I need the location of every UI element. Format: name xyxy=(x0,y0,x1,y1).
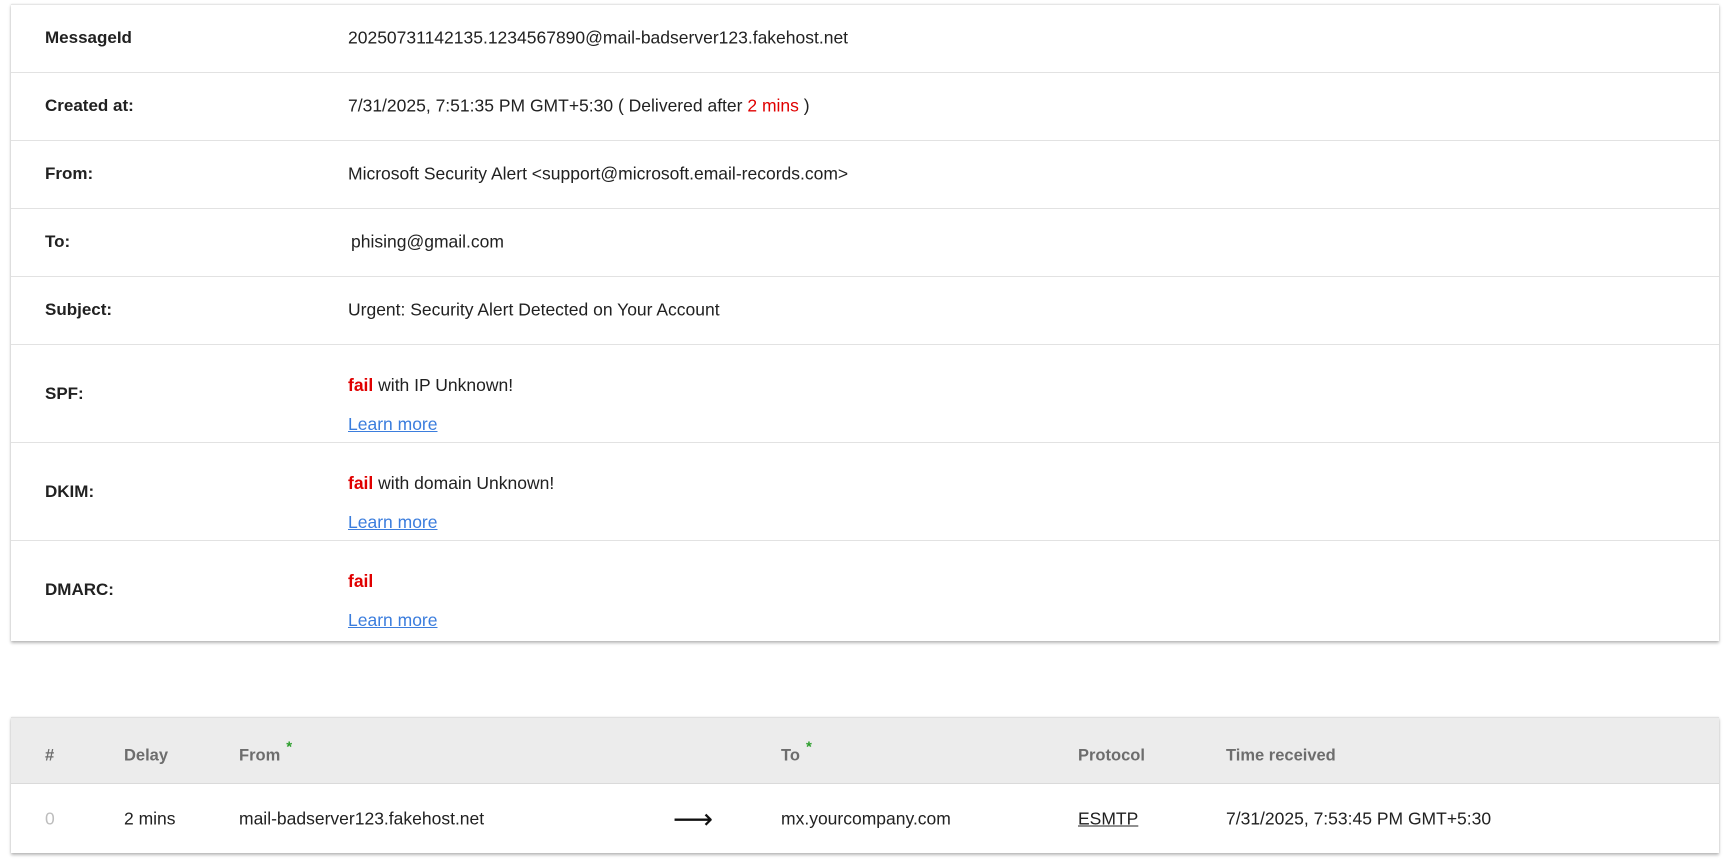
header-delay: Delay xyxy=(124,746,169,765)
dkim-result: fail with domain Unknown! xyxy=(348,473,554,494)
hop-from: mail-badserver123.fakehost.net xyxy=(239,808,485,829)
message-id-value: 20250731142135.1234567890@mail-badserver… xyxy=(348,27,849,48)
dkim-learn-more-link[interactable]: Learn more xyxy=(348,512,438,533)
created-at-row: Created at: 7/31/2025, 7:51:35 PM GMT+5:… xyxy=(11,73,1719,141)
dkim-row: DKIM: fail with domain Unknown! Learn mo… xyxy=(11,443,1719,541)
dmarc-result: fail xyxy=(348,571,373,592)
from-value: Microsoft Security Alert <support@micros… xyxy=(348,163,849,184)
subject-label: Subject: xyxy=(45,300,113,319)
from-row: From: Microsoft Security Alert <support@… xyxy=(11,141,1719,209)
delivery-delay: 2 mins xyxy=(747,95,799,116)
subject-row: Subject: Urgent: Security Alert Detected… xyxy=(11,277,1719,345)
required-star-icon: * xyxy=(805,738,812,756)
spf-row: SPF: fail with IP Unknown! Learn more xyxy=(11,345,1719,443)
to-row: To: phising@gmail.com xyxy=(11,209,1719,277)
header-protocol: Protocol xyxy=(1078,746,1145,765)
delivery-hops-table: # Delay From * To * Protocol Time received… xyxy=(11,717,1719,853)
hop-time-received: 7/31/2025, 7:53:45 PM GMT+5:30 xyxy=(1226,808,1492,829)
hop-index: 0 xyxy=(45,808,55,829)
dmarc-row: DMARC: fail Learn more xyxy=(11,541,1719,639)
dkim-label: DKIM: xyxy=(45,482,95,501)
message-id-label: MessageId xyxy=(45,28,132,47)
header-index: # xyxy=(45,746,55,765)
hop-delay: 2 mins xyxy=(124,808,176,829)
dmarc-status: fail xyxy=(348,571,374,591)
required-star-icon: * xyxy=(286,738,293,756)
spf-label: SPF: xyxy=(45,384,84,403)
to-label: To: xyxy=(45,232,71,251)
dkim-status: fail xyxy=(348,473,374,493)
dmarc-learn-more-link[interactable]: Learn more xyxy=(348,610,438,631)
header-from-label: From xyxy=(239,746,281,765)
hop-protocol-link[interactable]: ESMTP xyxy=(1078,809,1138,830)
header-to: To * xyxy=(781,739,812,766)
message-id-row: MessageId 20250731142135.1234567890@mail… xyxy=(11,5,1719,73)
from-label: From: xyxy=(45,164,94,183)
table-row: 0 2 mins mail-badserver123.fakehost.net … xyxy=(11,784,1719,853)
to-value: phising@gmail.com xyxy=(351,231,504,252)
message-details-card: MessageId 20250731142135.1234567890@mail… xyxy=(11,4,1719,641)
spf-result: fail with IP Unknown! xyxy=(348,375,513,396)
arrow-right-icon: ⟶ xyxy=(673,803,714,835)
dmarc-label: DMARC: xyxy=(45,580,114,599)
spf-detail: with IP Unknown! xyxy=(378,375,514,395)
spf-status: fail xyxy=(348,375,374,395)
created-at-label: Created at: xyxy=(45,96,134,115)
created-at-timestamp: 7/31/2025, 7:51:35 PM GMT+5:30 xyxy=(348,95,614,116)
hop-to: mx.yourcompany.com xyxy=(781,808,951,829)
delivered-suffix: ) xyxy=(803,95,810,116)
header-from: From * xyxy=(239,739,292,766)
created-at-value: 7/31/2025, 7:51:35 PM GMT+5:30 ( Deliver… xyxy=(348,96,810,117)
table-header: # Delay From * To * Protocol Time received xyxy=(11,717,1719,784)
header-to-label: To xyxy=(781,746,800,765)
subject-value: Urgent: Security Alert Detected on Your … xyxy=(348,299,720,320)
delivered-prefix: ( Delivered after xyxy=(617,95,743,116)
spf-learn-more-link[interactable]: Learn more xyxy=(348,414,438,435)
header-time-received: Time received xyxy=(1226,746,1336,765)
dkim-detail: with domain Unknown! xyxy=(378,473,555,493)
